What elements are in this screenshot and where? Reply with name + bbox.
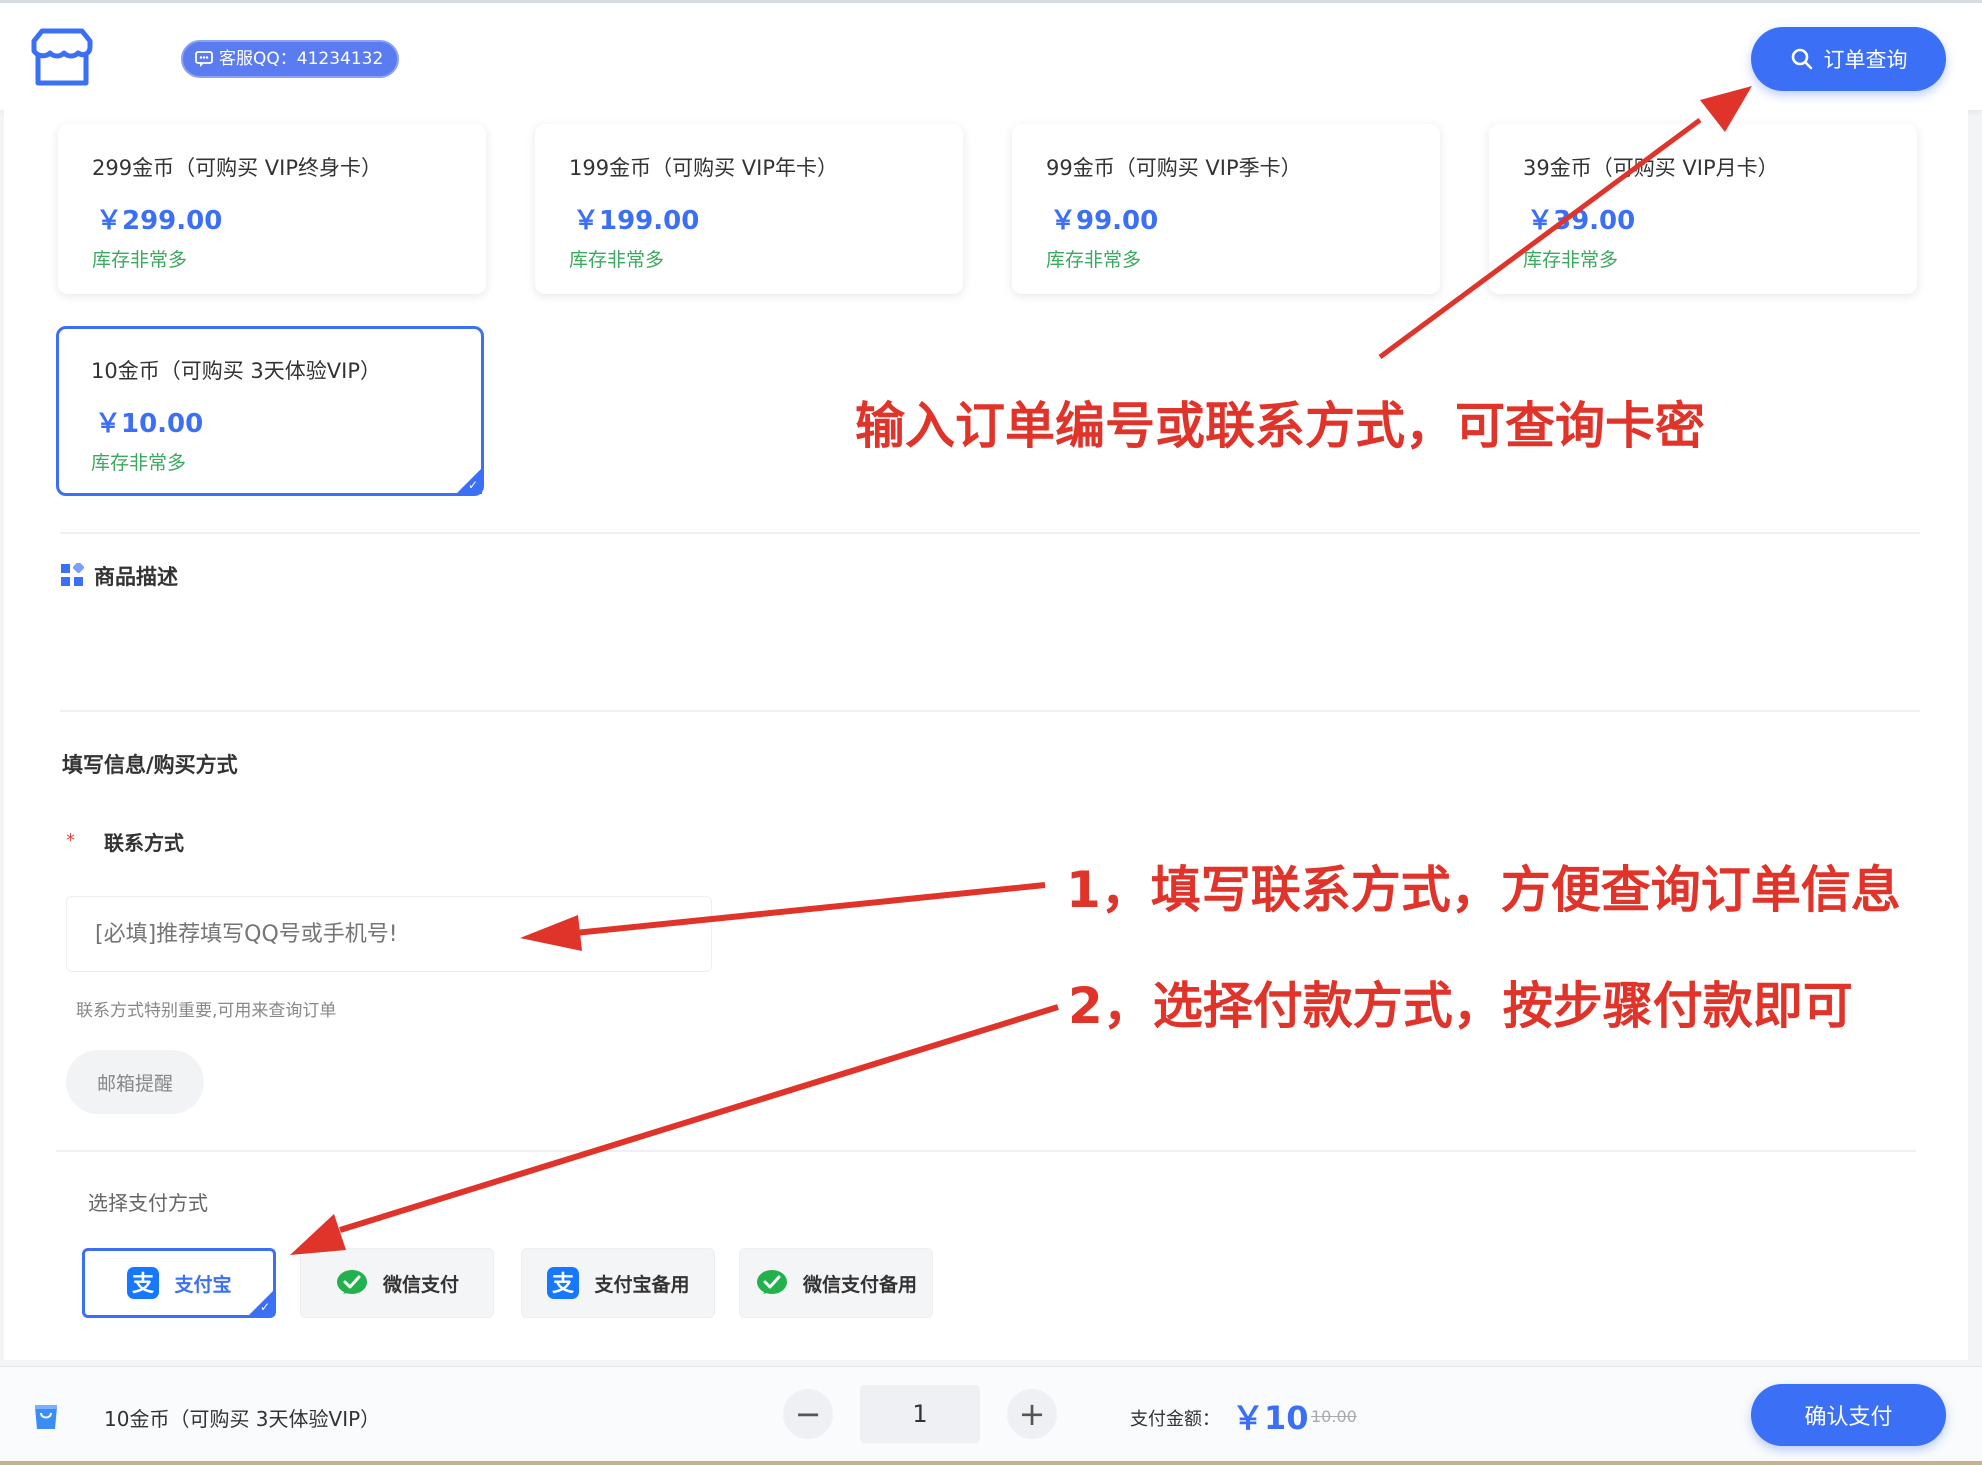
annotation-order-query: 输入订单编号或联系方式，可查询卡密 <box>855 397 1705 455</box>
svg-text:支: 支 <box>132 1272 155 1297</box>
quantity-increase-button[interactable]: + <box>1007 1389 1057 1439</box>
chat-icon <box>195 51 213 67</box>
checkout-bar: 10金币（可购买 3天体验VIP） − 1 + 支付金额： ￥10 10.00 … <box>0 1366 1982 1465</box>
annotation-step-1: 1，填写联系方式，方便查询订单信息 <box>1066 861 1901 919</box>
product-name: 39金币（可购买 VIP月卡） <box>1523 156 1779 180</box>
product-price: ￥39.00 <box>1527 206 1636 236</box>
contact-input[interactable] <box>66 896 712 972</box>
search-icon <box>1791 48 1812 70</box>
pay-method-label-text: 支付宝 <box>174 1273 232 1296</box>
store-logo-icon[interactable] <box>28 27 96 89</box>
quantity-input[interactable]: 1 <box>860 1385 980 1443</box>
product-stock: 库存非常多 <box>1523 249 1619 271</box>
product-name: 199金币（可购买 VIP年卡） <box>569 156 838 180</box>
selected-product-name: 10金币（可购买 3天体验VIP） <box>104 1407 381 1431</box>
annotation-step-2: 2，选择付款方式，按步骤付款即可 <box>1068 977 1853 1035</box>
wechat-pay-icon <box>756 1270 787 1294</box>
divider <box>56 1150 1916 1152</box>
confirm-pay-button[interactable]: 确认支付 <box>1751 1384 1946 1446</box>
pay-method-wechat-backup[interactable]: 微信支付备用 <box>739 1248 933 1318</box>
divider <box>60 710 1920 712</box>
alipay-icon: 支 <box>127 1267 160 1299</box>
divider <box>60 532 1920 534</box>
pay-method-label-text: 微信支付 <box>382 1273 459 1296</box>
selected-check-icon: ✓ <box>248 1290 274 1316</box>
contact-hint: 联系方式特别重要,可用来查询订单 <box>76 1001 337 1021</box>
shopping-bag-icon <box>35 1405 57 1429</box>
pay-amount: ￥10 <box>1232 1399 1309 1437</box>
product-stock: 库存非常多 <box>92 249 188 271</box>
quantity-decrease-button[interactable]: − <box>783 1389 833 1439</box>
pay-method-label-text: 支付宝备用 <box>594 1273 690 1296</box>
product-price: ￥99.00 <box>1050 206 1159 236</box>
order-query-button[interactable]: 订单查询 <box>1751 27 1946 91</box>
pay-method-label-text: 微信支付备用 <box>802 1273 917 1296</box>
grid-apps-icon <box>61 563 84 586</box>
required-mark: * <box>66 830 75 851</box>
product-card-selected[interactable]: 10金币（可购买 3天体验VIP） ￥10.00 库存非常多 ✓ <box>56 326 484 496</box>
product-price: ￥10.00 <box>95 409 204 439</box>
product-stock: 库存非常多 <box>569 249 665 271</box>
order-query-label: 订单查询 <box>1823 48 1908 72</box>
product-stock: 库存非常多 <box>1046 249 1142 271</box>
product-card[interactable]: 199金币（可购买 VIP年卡） ￥199.00 库存非常多 <box>535 124 963 294</box>
product-name: 99金币（可购买 VIP季卡） <box>1046 156 1302 180</box>
product-price: ￥299.00 <box>96 206 223 236</box>
pay-method-alipay[interactable]: 支 支付宝 ✓ <box>82 1248 276 1318</box>
svg-text:支: 支 <box>552 1272 575 1297</box>
main-panel: 299金币（可购买 VIP终身卡） ￥299.00 库存非常多 199金币（可购… <box>4 110 1968 1360</box>
email-reminder-button[interactable]: 邮箱提醒 <box>66 1050 204 1114</box>
product-price: ￥199.00 <box>573 206 700 236</box>
pay-amount-label: 支付金额： <box>1130 1409 1220 1430</box>
product-stock: 库存非常多 <box>91 452 187 474</box>
contact-label: 联系方式 <box>104 831 184 855</box>
product-card[interactable]: 39金币（可购买 VIP月卡） ￥39.00 库存非常多 <box>1489 124 1917 294</box>
selected-check-icon: ✓ <box>456 468 482 494</box>
form-section-title: 填写信息/购买方式 <box>62 753 238 777</box>
top-header: 客服QQ：41234132 订单查询 <box>0 0 1982 110</box>
customer-service-qq-badge[interactable]: 客服QQ：41234132 <box>181 40 400 78</box>
pay-method-alipay-backup[interactable]: 支 支付宝备用 <box>521 1248 715 1318</box>
qq-badge-text: 客服QQ：41234132 <box>219 49 384 69</box>
product-name: 10金币（可购买 3天体验VIP） <box>91 359 381 383</box>
product-name: 299金币（可购买 VIP终身卡） <box>92 156 382 180</box>
pay-method-wechat[interactable]: 微信支付 <box>300 1248 494 1318</box>
product-card[interactable]: 299金币（可购买 VIP终身卡） ￥299.00 库存非常多 <box>58 124 486 294</box>
pay-method-label: 选择支付方式 <box>88 1191 208 1215</box>
product-card[interactable]: 99金币（可购买 VIP季卡） ￥99.00 库存非常多 <box>1012 124 1440 294</box>
original-amount: 10.00 <box>1311 1407 1357 1426</box>
wechat-pay-icon <box>336 1270 367 1294</box>
alipay-icon: 支 <box>547 1267 580 1299</box>
description-title: 商品描述 <box>94 565 178 589</box>
